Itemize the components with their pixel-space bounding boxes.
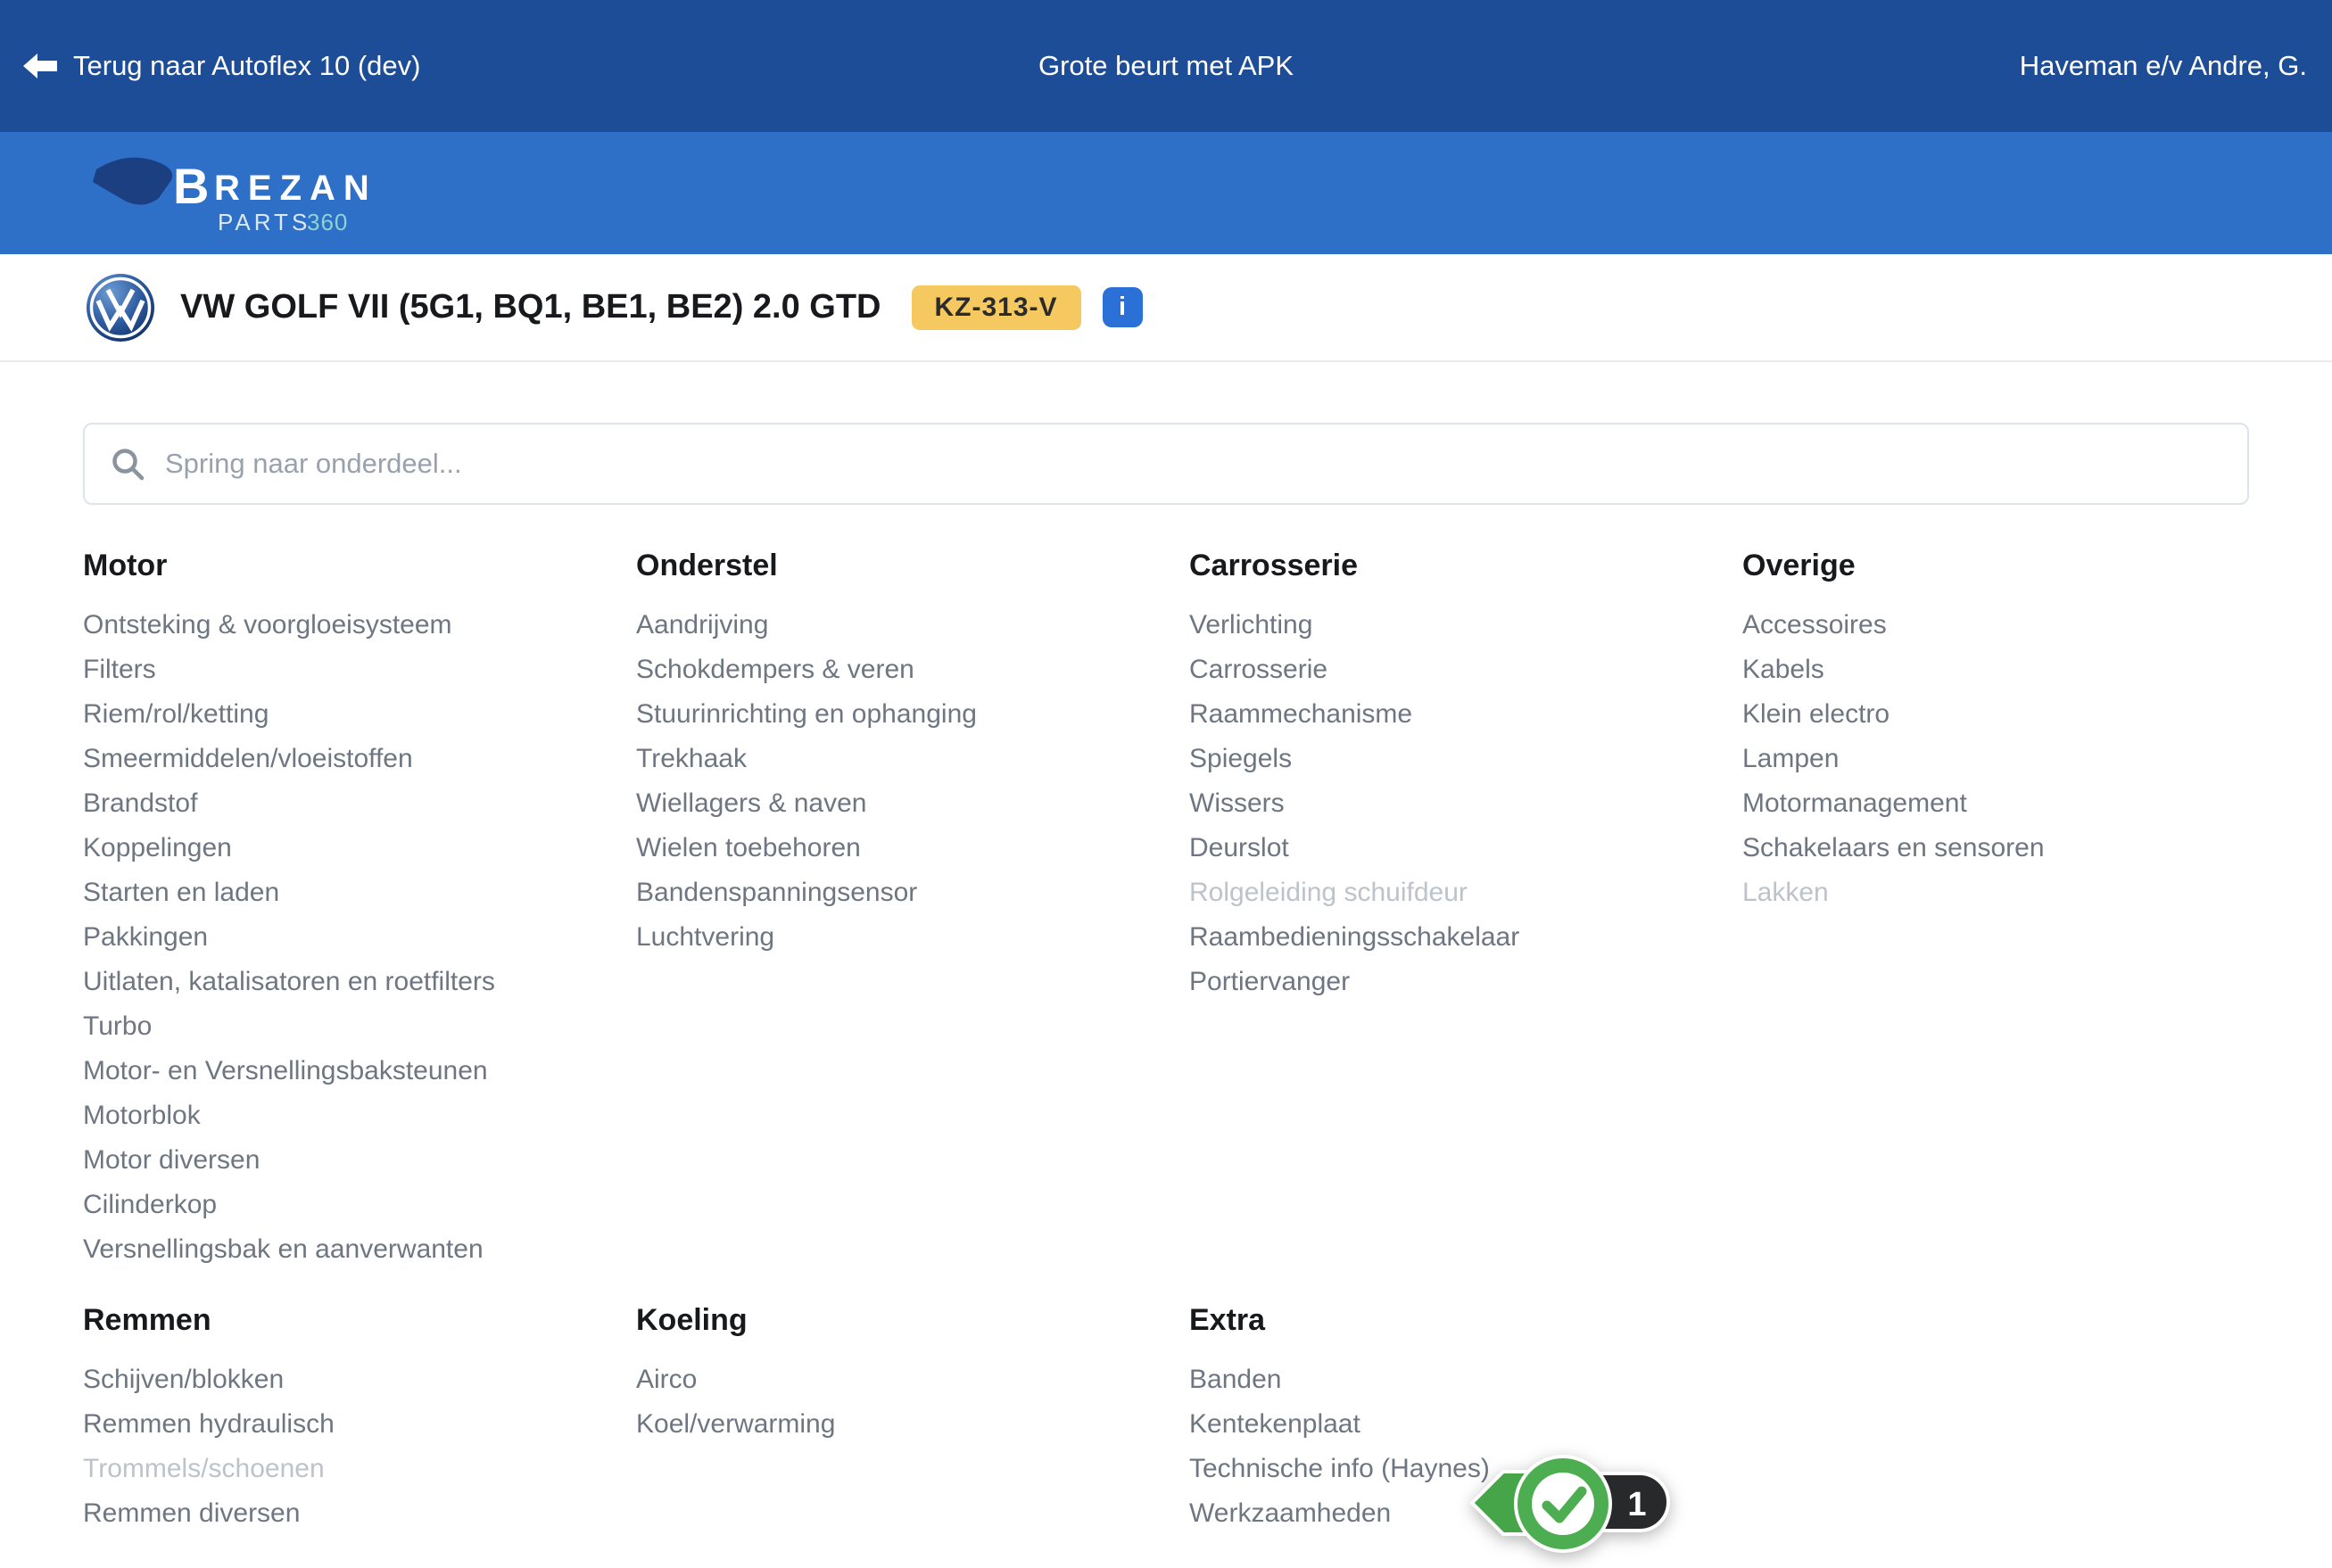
category-title: Extra — [1189, 1300, 1742, 1340]
category-link[interactable]: Luchtvering — [636, 915, 1189, 960]
category-link[interactable]: Koel/verwarming — [636, 1402, 1189, 1447]
category-link[interactable]: Klein electro — [1742, 692, 2249, 737]
vehicle-title: VW GOLF VII (5G1, BQ1, BE1, BE2) 2.0 GTD — [180, 288, 881, 326]
category-section: Koeling AircoKoel/verwarming — [636, 1300, 1189, 1536]
category-link[interactable]: Remmen diversen — [83, 1491, 636, 1536]
category-link[interactable]: Starten en laden — [83, 871, 636, 915]
vw-logo-icon — [86, 273, 155, 342]
category-title: Overige — [1742, 546, 2249, 585]
category-link[interactable]: Raambedieningsschakelaar — [1189, 915, 1742, 960]
category-link[interactable]: Motorblok — [83, 1093, 636, 1138]
category-list: AandrijvingSchokdempers & verenStuurinri… — [636, 603, 1189, 960]
category-link[interactable]: Lampen — [1742, 737, 2249, 781]
category-link[interactable]: Kabels — [1742, 648, 2249, 692]
category-link[interactable]: Carrosserie — [1189, 648, 1742, 692]
category-section: Extra BandenKentekenplaatTechnische info … — [1189, 1300, 1742, 1536]
category-link[interactable]: Cilinderkop — [83, 1183, 636, 1227]
category-link[interactable]: Remmen hydraulisch — [83, 1402, 636, 1447]
top-app-bar: Terug naar Autoflex 10 (dev) Grote beurt… — [0, 0, 2332, 132]
license-plate-badge[interactable]: KZ-313-V — [912, 285, 1081, 330]
back-arrow-icon — [23, 52, 57, 80]
category-link[interactable]: Technische info (Haynes) — [1189, 1447, 1742, 1491]
category-link[interactable]: Uitlaten, katalisatoren en roetfilters — [83, 960, 636, 1004]
category-link[interactable]: Schokdempers & veren — [636, 648, 1189, 692]
category-list: Ontsteking & voorgloeisysteemFiltersRiem… — [83, 603, 636, 1272]
brezan-logo[interactable]: B REZAN PARTS 360 — [91, 152, 385, 237]
category-link[interactable]: Pakkingen — [83, 915, 636, 960]
back-link-label: Terug naar Autoflex 10 (dev) — [73, 50, 420, 82]
category-list: BandenKentekenplaatTechnische info (Hayn… — [1189, 1358, 1742, 1536]
category-link[interactable]: Versnellingsbak en aanverwanten — [83, 1227, 636, 1272]
category-link[interactable]: Portiervanger — [1189, 960, 1742, 1004]
category-link[interactable]: Koppelingen — [83, 826, 636, 871]
category-section: Motor Ontsteking & voorgloeisysteemFilter… — [83, 546, 636, 1272]
jump-to-part-input[interactable] — [165, 448, 2222, 480]
category-section: Remmen Schijven/blokkenRemmen hydraulisch… — [83, 1300, 636, 1536]
search-icon — [110, 446, 145, 482]
account-name[interactable]: Haveman e/v Andre, G. — [2020, 50, 2307, 82]
brand-sub-text: PARTS — [218, 209, 310, 235]
category-link[interactable]: Brandstof — [83, 781, 636, 826]
category-link[interactable]: Motor- en Versnellingsbaksteunen — [83, 1049, 636, 1093]
category-list: Schijven/blokkenRemmen hydraulischTromme… — [83, 1358, 636, 1536]
category-link[interactable]: Spiegels — [1189, 737, 1742, 781]
category-link[interactable]: Raammechanisme — [1189, 692, 1742, 737]
category-link: Lakken — [1742, 871, 2249, 915]
category-link[interactable]: Stuurinrichting en ophanging — [636, 692, 1189, 737]
category-title: Remmen — [83, 1300, 636, 1340]
category-link[interactable]: Turbo — [83, 1004, 636, 1049]
category-section: CarrosserieVerlichtingCarrosserieRaammec… — [1189, 546, 1742, 1272]
category-link[interactable]: Schijven/blokken — [83, 1358, 636, 1402]
category-link[interactable]: Accessoires — [1742, 603, 2249, 648]
category-link[interactable]: Bandenspanningsensor — [636, 871, 1189, 915]
jump-to-part-search[interactable] — [83, 423, 2249, 505]
category-section: Onderstel AandrijvingSchokdempers & veren… — [636, 546, 1189, 1272]
vehicle-info-button[interactable]: i — [1103, 287, 1143, 327]
category-title: Koeling — [636, 1300, 1189, 1340]
category-link[interactable]: Airco — [636, 1358, 1189, 1402]
page-title: Grote beurt met APK — [1038, 50, 1294, 82]
category-link[interactable]: Werkzaamheden — [1189, 1491, 1742, 1536]
sections-grid: Motor Ontsteking & voorgloeisysteemFilter… — [83, 546, 2249, 1536]
category-link[interactable]: Trekhaak — [636, 737, 1189, 781]
category-link[interactable]: Riem/rol/ketting — [83, 692, 636, 737]
category-link[interactable]: Wielen toebehoren — [636, 826, 1189, 871]
category-link[interactable]: Ontsteking & voorgloeisysteem — [83, 603, 636, 648]
category-link: Rolgeleiding schuifdeur — [1189, 871, 1742, 915]
category-link[interactable]: Banden — [1189, 1358, 1742, 1402]
category-list: AircoKoel/verwarming — [636, 1358, 1189, 1447]
category-link[interactable]: Kentekenplaat — [1189, 1402, 1742, 1447]
brand-sub-accent: 360 — [307, 209, 348, 235]
category-link: Trommels/schoenen — [83, 1447, 636, 1491]
category-link[interactable]: Smeermiddelen/vloeistoffen — [83, 737, 636, 781]
category-link[interactable]: Motormanagement — [1742, 781, 2249, 826]
category-link[interactable]: Aandrijving — [636, 603, 1189, 648]
brand-text: REZAN — [214, 169, 377, 208]
category-list: VerlichtingCarrosserieRaammechanismeSpie… — [1189, 603, 1742, 1004]
back-link[interactable]: Terug naar Autoflex 10 (dev) — [23, 50, 420, 82]
category-title: Onderstel — [636, 546, 1189, 585]
category-link[interactable]: Schakelaars en sensoren — [1742, 826, 2249, 871]
vehicle-header: VW GOLF VII (5G1, BQ1, BE1, BE2) 2.0 GTD… — [0, 254, 2332, 362]
brand-initial: B — [173, 158, 209, 214]
category-link[interactable]: Filters — [83, 648, 636, 692]
category-link[interactable]: Motor diversen — [83, 1138, 636, 1183]
category-title: Carrosserie — [1189, 546, 1742, 585]
category-title: Motor — [83, 546, 636, 585]
category-link[interactable]: Deurslot — [1189, 826, 1742, 871]
category-section: Overige AccessoiresKabelsKlein electroLam… — [1742, 546, 2249, 1272]
main-navbar: B REZAN PARTS 360 Categorieën — [0, 132, 2332, 254]
category-link[interactable]: Wissers — [1189, 781, 1742, 826]
category-list: AccessoiresKabelsKlein electroLampenMoto… — [1742, 603, 2249, 915]
category-link[interactable]: Wiellagers & naven — [636, 781, 1189, 826]
category-link[interactable]: Verlichting — [1189, 603, 1742, 648]
